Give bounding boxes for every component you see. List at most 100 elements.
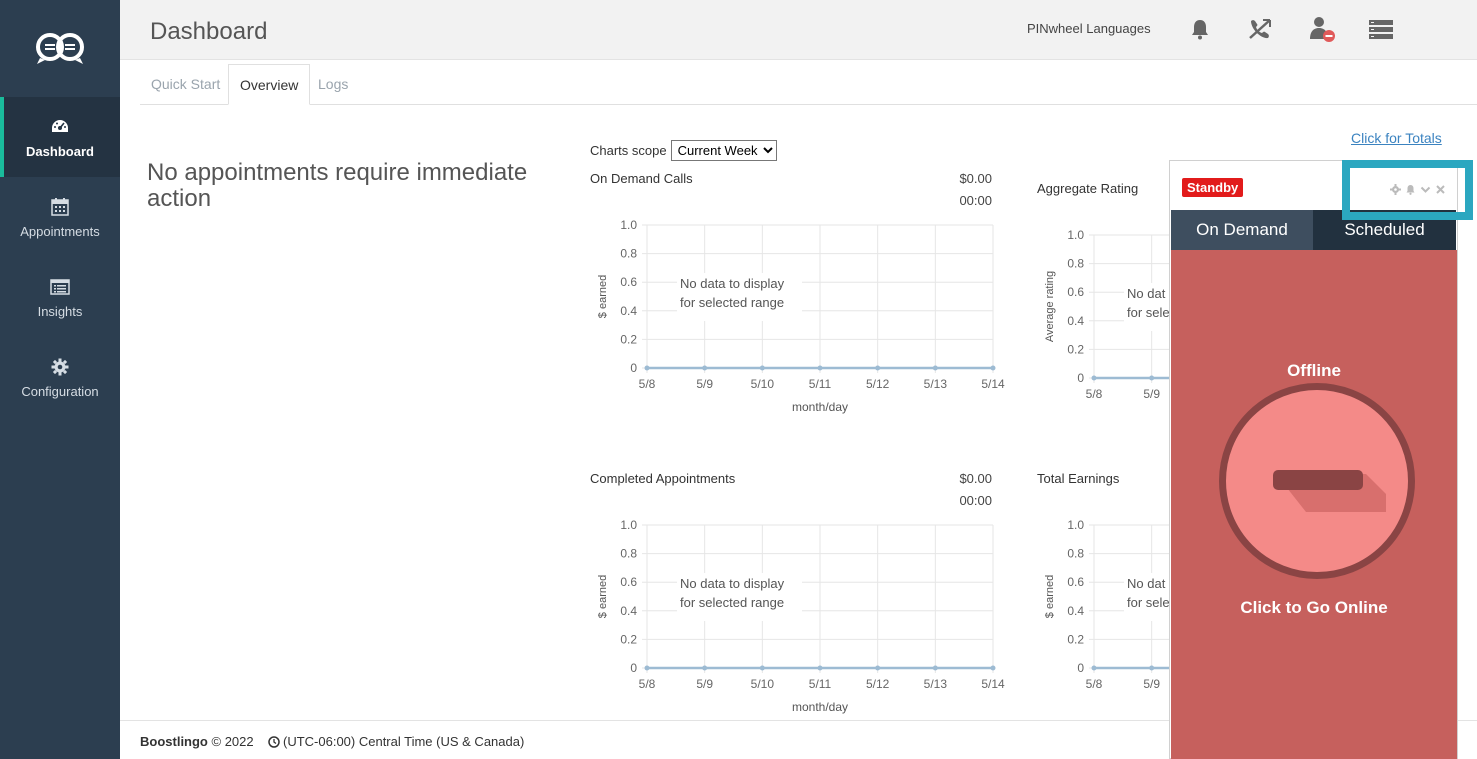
data-point <box>1091 375 1097 381</box>
y-tick-label: 0.4 <box>1067 314 1084 328</box>
data-point <box>990 665 996 671</box>
no-data-text: No dat <box>1127 286 1166 301</box>
tab-overview[interactable]: Overview <box>228 64 311 105</box>
data-point <box>702 365 708 371</box>
completed-appointments-title: Completed Appointments <box>590 471 736 486</box>
calendar-icon <box>50 196 70 218</box>
click-for-totals-link[interactable]: Click for Totals <box>1351 130 1442 146</box>
data-point <box>875 665 881 671</box>
y-tick-label: 0 <box>630 661 637 675</box>
x-tick-label: 5/12 <box>866 677 890 691</box>
charts-scope-select[interactable]: Current Week <box>670 140 777 161</box>
y-tick-label: 1.0 <box>1067 518 1084 532</box>
copyright: © 2022 <box>211 734 254 749</box>
dashboard-tabs: Quick Start Overview Logs <box>140 64 1477 105</box>
total-earnings-chart: 0 0.2 0.4 0.6 0.8 1.0 5/8 5/9 $ earned No dat for … <box>1044 518 1170 691</box>
settings-icon[interactable] <box>1389 183 1401 195</box>
gear-icon <box>51 356 69 378</box>
y-tick-label: 0.6 <box>620 275 637 289</box>
y-tick-label: 1.0 <box>620 518 637 532</box>
y-tick-label: 0.2 <box>620 632 637 646</box>
x-tick-label: 5/14 <box>981 377 1005 391</box>
panel-controls <box>1350 168 1456 210</box>
on-demand-calls-title: On Demand Calls <box>590 171 693 186</box>
y-tick-label: 0.6 <box>620 575 637 589</box>
tab-quick-start[interactable]: Quick Start <box>140 64 231 105</box>
x-tick-label: 5/14 <box>981 677 1005 691</box>
x-tick-label: 5/8 <box>639 677 656 691</box>
list-report-icon <box>50 276 70 298</box>
x-tick-label: 5/11 <box>809 377 832 391</box>
data-point <box>644 665 650 671</box>
charts-scope-label: Charts scope <box>590 143 667 158</box>
data-point <box>990 365 996 371</box>
no-data-text: No data to display <box>680 576 785 591</box>
server-menu-icon[interactable] <box>1365 14 1397 44</box>
notification-bell-icon[interactable] <box>1404 183 1416 195</box>
sidebar-item-label: Insights <box>37 303 83 319</box>
y-axis-label: $ earned <box>1044 575 1056 618</box>
data-point <box>817 365 823 371</box>
y-tick-label: 0.4 <box>620 304 637 318</box>
y-tick-label: 0.8 <box>620 247 637 261</box>
sidebar-item-label: Appointments <box>20 223 100 239</box>
x-tick-label: 5/11 <box>809 677 832 691</box>
data-point <box>759 365 765 371</box>
timezone-label: (UTC-06:00) Central Time (US & Canada) <box>283 734 525 749</box>
close-icon[interactable] <box>1434 183 1446 195</box>
top-header: Dashboard PINwheel Languages <box>120 0 1477 60</box>
tab-on-demand[interactable]: On Demand <box>1171 210 1313 250</box>
y-tick-label: 1.0 <box>1067 228 1084 242</box>
y-axis-label: Average rating <box>1044 271 1056 342</box>
y-tick-label: 1.0 <box>620 218 637 232</box>
user-status-icon[interactable] <box>1306 14 1338 44</box>
sidebar-item-insights[interactable]: Insights <box>0 257 120 337</box>
completed-amount: $0.00 <box>959 471 992 486</box>
x-tick-label: 5/8 <box>639 377 656 391</box>
gauge-icon <box>50 116 70 138</box>
brand-name: Boostlingo <box>140 734 208 749</box>
data-point <box>932 365 938 371</box>
y-tick-label: 0.6 <box>1067 575 1084 589</box>
x-tick-label: 5/10 <box>751 377 775 391</box>
no-data-text: for selected range <box>680 595 784 610</box>
x-axis-label: month/day <box>792 700 848 714</box>
x-tick-label: 5/8 <box>1086 677 1103 691</box>
total-earnings-title: Total Earnings <box>1037 471 1120 486</box>
data-point <box>644 365 650 371</box>
boostlingo-logo[interactable] <box>0 0 120 97</box>
charts-scope: Charts scope Current Week <box>590 140 777 161</box>
y-tick-label: 0 <box>630 361 637 375</box>
x-tick-label: 5/13 <box>924 677 948 691</box>
data-point <box>1149 665 1155 671</box>
x-tick-label: 5/12 <box>866 377 890 391</box>
y-tick-label: 0.2 <box>620 332 637 346</box>
logo-icon <box>36 32 84 64</box>
chart-group: 0 0.2 0.4 0.6 0.8 1.0 5/8 5/9 5/10 5/11 5/12 5/13 5/… <box>597 518 1005 714</box>
phone-disabled-icon[interactable] <box>1244 14 1276 44</box>
sidebar-item-dashboard[interactable]: Dashboard <box>0 97 120 177</box>
sidebar-item-appointments[interactable]: Appointments <box>0 177 120 257</box>
sidebar-item-configuration[interactable]: Configuration <box>0 337 120 417</box>
data-point <box>702 665 708 671</box>
go-online-label[interactable]: Click to Go Online <box>1171 598 1457 618</box>
on-demand-amount: $0.00 <box>959 171 992 186</box>
footer-brand: Boostlingo © 2022 <box>140 734 254 749</box>
y-tick-label: 0.8 <box>1067 547 1084 561</box>
y-tick-label: 0.6 <box>1067 285 1084 299</box>
data-point <box>817 665 823 671</box>
y-axis-label: $ earned <box>597 575 609 618</box>
call-status-panel: Standby On Demand Scheduled Offline Clic… <box>1169 160 1458 759</box>
tab-logs[interactable]: Logs <box>307 64 359 105</box>
bell-icon[interactable] <box>1184 14 1216 44</box>
data-point <box>1091 665 1097 671</box>
no-data-text: for selected range <box>680 295 784 310</box>
go-online-button[interactable] <box>1219 383 1415 579</box>
y-tick-label: 0 <box>1077 661 1084 675</box>
data-point <box>759 665 765 671</box>
chart-group: 0 0.2 0.4 0.6 0.8 1.0 5/8 5/9 5/10 5/11 5/12 5/13 5/… <box>597 218 1005 414</box>
sidebar-item-label: Dashboard <box>26 143 94 159</box>
x-tick-label: 5/9 <box>696 677 713 691</box>
aggregate-rating-title: Aggregate Rating <box>1037 181 1139 196</box>
chevron-down-icon[interactable] <box>1419 183 1431 195</box>
